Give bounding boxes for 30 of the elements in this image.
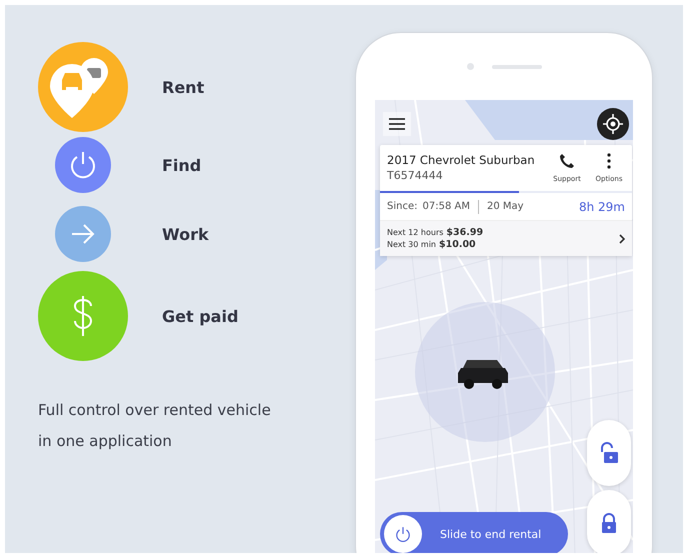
since-label: Since: (387, 201, 418, 212)
menu-icon (389, 118, 405, 130)
unlocked-padlock-icon (599, 442, 619, 464)
menu-button[interactable] (383, 112, 411, 136)
power-icon (69, 150, 97, 180)
slider-handle[interactable] (384, 515, 422, 553)
rate-text: Next 12 hours $36.99 (387, 227, 484, 238)
feature-label: Rent (162, 78, 204, 96)
rate-text: Next 30 min $10.00 (387, 239, 476, 250)
vehicle-name: 2017 Chevrolet Suburban (387, 153, 536, 167)
phone-icon (559, 153, 575, 169)
more-vertical-icon (607, 153, 611, 169)
chevron-right-icon (619, 234, 625, 244)
camera-dot (466, 63, 474, 70)
arrow-right-icon (71, 224, 95, 244)
start-time: 07:58 AM (422, 201, 470, 212)
elapsed-time: 8h 29m (578, 200, 625, 214)
pricing-row[interactable]: Next 12 hours $36.99 Next 30 min $10.00 (380, 221, 632, 256)
end-rental-slider[interactable]: Slide to end rental (380, 512, 568, 553)
dollar-icon (72, 294, 94, 338)
car-drawing (458, 360, 508, 389)
feature-label: Work (162, 224, 209, 244)
tagline: Full control over rented vehicle in one application (38, 400, 272, 452)
feature-label: Get paid (162, 306, 238, 326)
crosshair-icon (603, 114, 623, 134)
padlock-icon (600, 512, 618, 534)
power-icon (395, 526, 411, 542)
feature-label: Find (162, 156, 202, 174)
plate-number: T6574444 (387, 169, 444, 182)
start-date: 20 May (486, 201, 524, 212)
